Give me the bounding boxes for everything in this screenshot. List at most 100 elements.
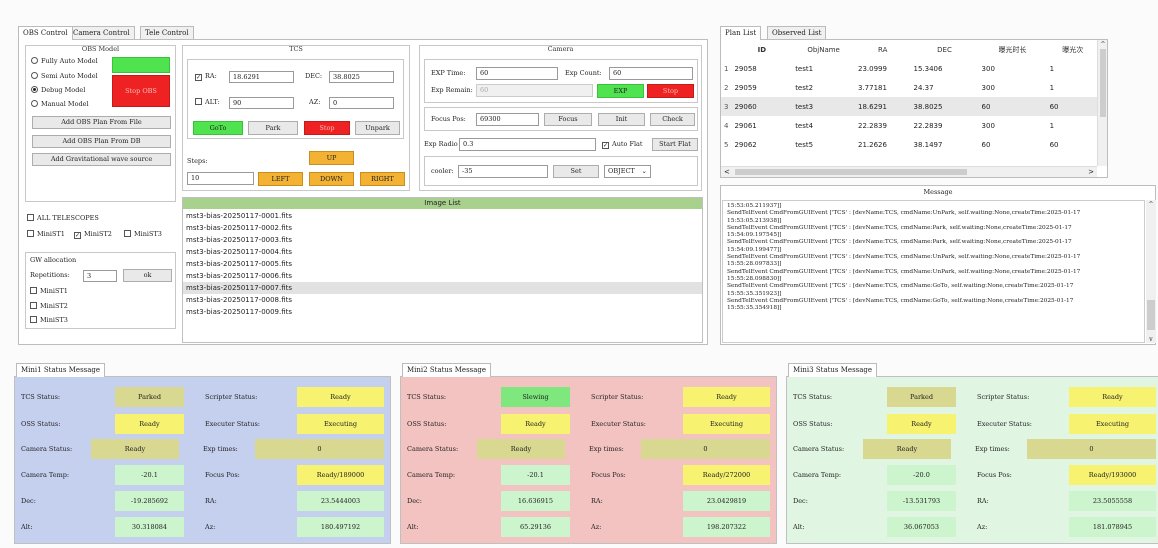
id-header[interactable]: ID bbox=[731, 40, 793, 59]
radio-circle-icon bbox=[31, 72, 38, 79]
gw-ok-button[interactable]: ok bbox=[123, 269, 172, 282]
focus-button[interactable]: Focus bbox=[544, 113, 592, 126]
image-type-select[interactable]: OBJECT ⌄ bbox=[604, 165, 651, 178]
az-input[interactable]: 0 bbox=[329, 97, 394, 109]
auto-flat-checkbox[interactable]: ✓ Auto Flat bbox=[602, 139, 643, 150]
table-row[interactable]: 3 29060 test3 18.6291 38.8025 60 60 bbox=[721, 97, 1099, 116]
scroll-right-icon[interactable]: > bbox=[1088, 167, 1094, 177]
scroll-up-icon[interactable]: ^ bbox=[1098, 40, 1107, 49]
cooler-label: cooler: bbox=[431, 167, 454, 175]
image-list-item[interactable]: mst3-bias-20250117-0006.fits bbox=[183, 270, 702, 282]
tcs-coord-box: ✓ RA: 18.6291 DEC: 38.8025 ALT: 90 AZ: 0 … bbox=[187, 59, 404, 139]
exp-time-input[interactable]: 60 bbox=[476, 67, 558, 80]
radio-selected-icon bbox=[31, 86, 38, 93]
plan-vertical-scrollbar[interactable]: ^ bbox=[1097, 40, 1107, 166]
radio-semi-auto[interactable]: Semi Auto Model bbox=[31, 71, 98, 82]
status-label: Scripter Status: bbox=[977, 393, 1030, 401]
status-label: Exp times: bbox=[975, 445, 1010, 453]
ministi2-checkbox[interactable]: ✓ MiniST2 bbox=[74, 229, 112, 240]
table-row[interactable]: 4 29061 test4 22.2839 22.2839 300 1 bbox=[721, 116, 1099, 135]
image-list-item[interactable]: mst3-bias-20250117-0005.fits bbox=[183, 258, 702, 270]
park-button[interactable]: Park bbox=[248, 121, 298, 135]
scroll-down-icon[interactable]: v bbox=[1146, 336, 1156, 343]
status-label: TCS Status: bbox=[407, 393, 447, 401]
tab-camera-control[interactable]: Camera Control bbox=[68, 26, 135, 39]
message-line: SendTelEvent CmdFromGUIEvent ['TCS' : [d… bbox=[727, 224, 1072, 231]
down-button[interactable]: DOWN bbox=[309, 172, 354, 186]
ministi1-checkbox[interactable]: MiniST1 bbox=[27, 229, 65, 240]
plan-horizontal-scrollbar[interactable]: < > bbox=[721, 166, 1097, 177]
image-list-item[interactable]: mst3-bias-20250117-0001.fits bbox=[183, 210, 702, 222]
focus-value: Ready/189000 bbox=[297, 465, 384, 485]
tab-plan-list[interactable]: Plan List bbox=[720, 26, 762, 40]
scrollbar-thumb[interactable] bbox=[1147, 300, 1155, 330]
alt-input[interactable]: 90 bbox=[229, 97, 294, 109]
scroll-left-icon[interactable]: < bbox=[724, 167, 730, 177]
cooler-input[interactable]: -35 bbox=[458, 165, 548, 178]
objname-header[interactable]: ObjName bbox=[792, 40, 855, 59]
radio-fully-auto[interactable]: Fully Auto Model bbox=[31, 56, 98, 67]
camera-stop-button[interactable]: Stop bbox=[647, 84, 694, 98]
checkbox-label: MiniST3 bbox=[40, 316, 68, 324]
gw-ministi2-checkbox[interactable]: MiniST2 bbox=[30, 301, 68, 312]
goto-button[interactable]: GoTo bbox=[193, 121, 243, 135]
image-list-item[interactable]: mst3-bias-20250117-0009.fits bbox=[183, 306, 702, 318]
alt-checkbox[interactable]: ALT: bbox=[195, 97, 220, 108]
exp-count-input[interactable]: 60 bbox=[609, 67, 693, 80]
all-telescopes-checkbox[interactable]: ALL TELESCOPES bbox=[27, 213, 99, 224]
start-obs-button[interactable] bbox=[112, 57, 170, 73]
table-row[interactable]: 1 29058 test1 23.0999 15.3406 300 1 bbox=[721, 59, 1099, 78]
ra-header[interactable]: RA bbox=[855, 40, 911, 59]
unpark-button[interactable]: Unpark bbox=[355, 121, 400, 135]
ra-input[interactable]: 18.6291 bbox=[229, 71, 294, 83]
scrollbar-thumb[interactable] bbox=[1100, 49, 1106, 117]
focus-pos-input[interactable]: 69300 bbox=[476, 113, 539, 126]
stop-obs-button[interactable]: Stop OBS bbox=[112, 75, 170, 107]
radio-debug[interactable]: Debug Model bbox=[31, 85, 85, 96]
plan-table: ID ObjName RA DEC 曝光时长 曝光次 1 29058 test1 23… bbox=[721, 40, 1099, 162]
add-gw-source-button[interactable]: Add Gravitational wave source bbox=[32, 153, 171, 166]
exp-ratio-input[interactable]: 0.3 bbox=[459, 138, 596, 151]
status-label: Az: bbox=[591, 523, 602, 531]
tab-mini2-status[interactable]: Mini2 Status Message bbox=[402, 363, 492, 377]
message-line: 15:54:09.199477]] bbox=[727, 246, 782, 253]
gw-allocation-title: GW allocation bbox=[30, 256, 77, 264]
image-list-item[interactable]: mst3-bias-20250117-0004.fits bbox=[183, 246, 702, 258]
add-plan-from-db-button[interactable]: Add OBS Plan From DB bbox=[32, 135, 171, 148]
tcs-stop-button[interactable]: Stop bbox=[304, 121, 350, 135]
left-button[interactable]: LEFT bbox=[258, 172, 303, 186]
message-scrollbar[interactable]: ^ v bbox=[1146, 200, 1156, 343]
ra-checkbox[interactable]: ✓ RA: bbox=[195, 71, 217, 82]
gw-ministi3-checkbox[interactable]: MiniST3 bbox=[30, 315, 68, 326]
dec-input[interactable]: 38.8025 bbox=[329, 71, 394, 83]
tab-observed-list[interactable]: Observed List bbox=[767, 26, 827, 39]
exp-button[interactable]: EXP bbox=[597, 84, 644, 98]
gw-ministi1-checkbox[interactable]: MiniST1 bbox=[30, 286, 68, 297]
steps-input[interactable]: 10 bbox=[187, 172, 254, 185]
repetitions-input[interactable]: 3 bbox=[83, 270, 117, 282]
table-row[interactable]: 2 29059 test2 3.77181 24.37 300 1 bbox=[721, 78, 1099, 97]
tab-mini1-status[interactable]: Mini1 Status Message bbox=[16, 363, 106, 377]
table-row[interactable]: 5 29062 test5 21.2626 38.1497 60 60 bbox=[721, 135, 1099, 154]
add-plan-from-file-button[interactable]: Add OBS Plan From File bbox=[32, 116, 171, 129]
image-list-item[interactable]: mst3-bias-20250117-0007.fits bbox=[183, 282, 702, 294]
image-list-item[interactable]: mst3-bias-20250117-0002.fits bbox=[183, 222, 702, 234]
image-list-item[interactable]: mst3-bias-20250117-0003.fits bbox=[183, 234, 702, 246]
scroll-up-icon[interactable]: ^ bbox=[1146, 200, 1156, 209]
tab-tele-control[interactable]: Tele Control bbox=[140, 26, 194, 39]
ministi3-checkbox[interactable]: MiniST3 bbox=[124, 229, 162, 240]
cooler-set-button[interactable]: Set bbox=[553, 165, 599, 178]
exp-count-header[interactable]: 曝光次 bbox=[1046, 40, 1099, 59]
check-button[interactable]: Check bbox=[650, 113, 695, 126]
tab-mini3-status[interactable]: Mini3 Status Message bbox=[788, 363, 878, 377]
dec-header[interactable]: DEC bbox=[910, 40, 979, 59]
exp-length-header[interactable]: 曝光时长 bbox=[978, 40, 1047, 59]
radio-manual[interactable]: Manual Model bbox=[31, 99, 89, 110]
right-button[interactable]: RIGHT bbox=[360, 172, 405, 186]
up-button[interactable]: UP bbox=[309, 151, 354, 165]
tab-obs-control[interactable]: OBS Control bbox=[18, 26, 73, 40]
init-button[interactable]: Init bbox=[598, 113, 645, 126]
h-scrollbar-thumb[interactable] bbox=[735, 169, 967, 175]
start-flat-button[interactable]: Start Flat bbox=[652, 138, 698, 151]
image-list-item[interactable]: mst3-bias-20250117-0008.fits bbox=[183, 294, 702, 306]
